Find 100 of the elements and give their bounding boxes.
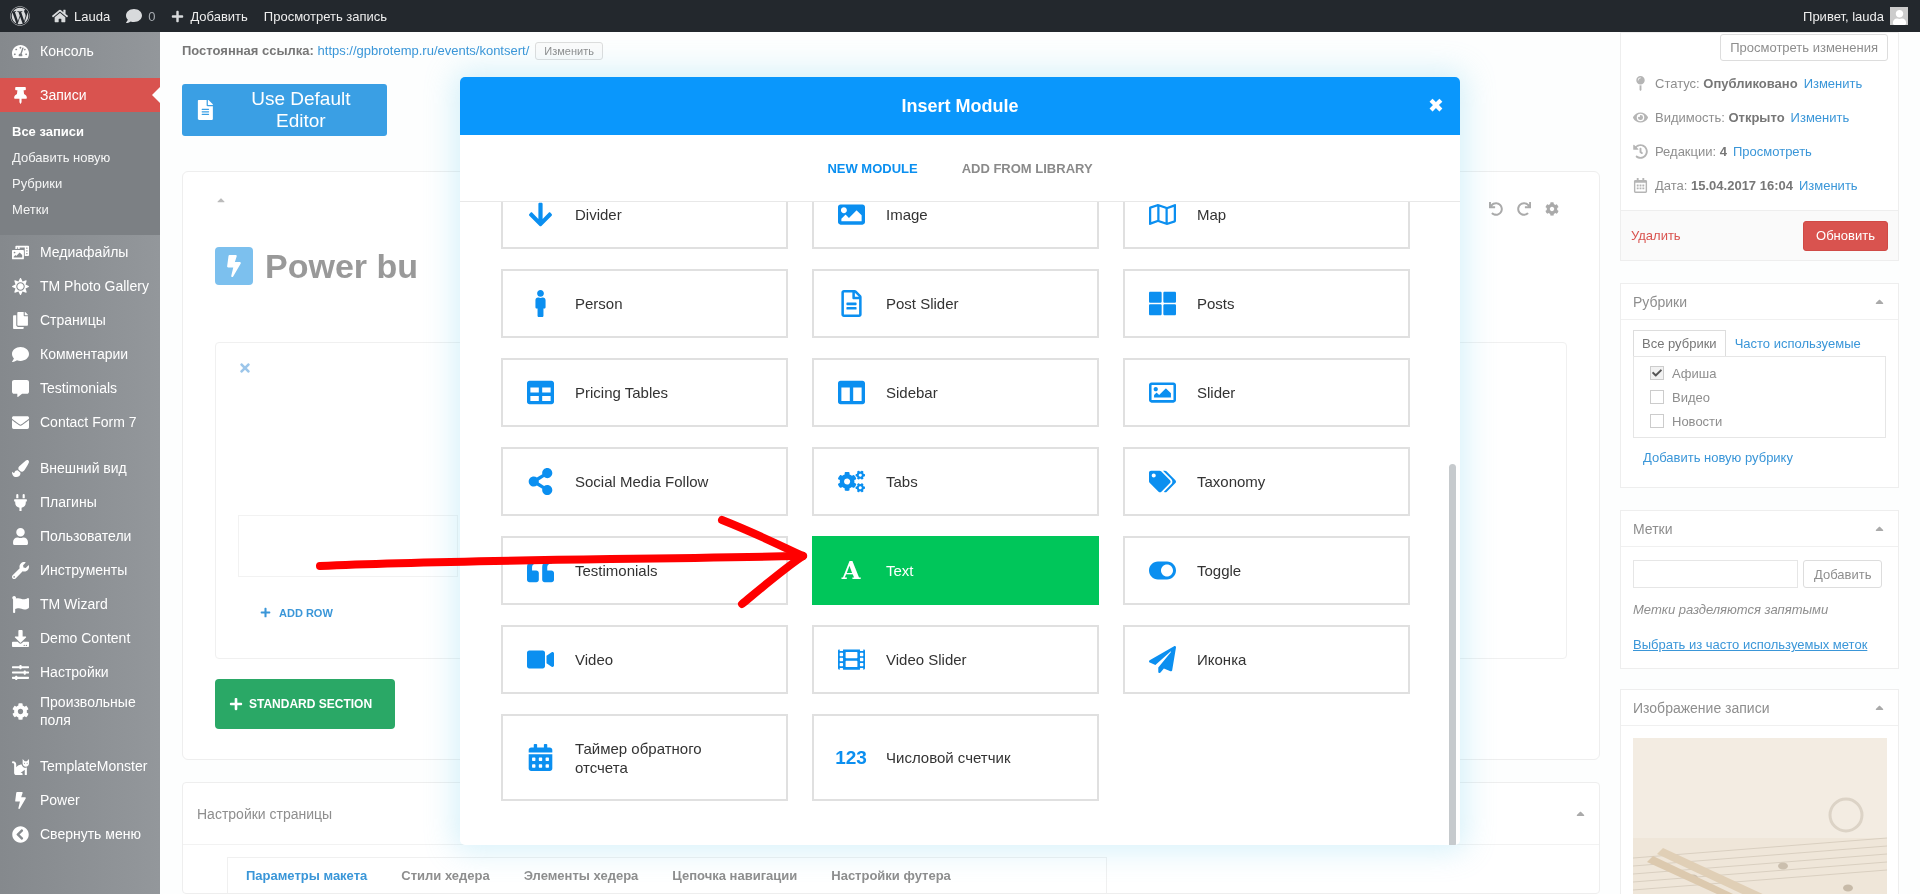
view-post-link[interactable]: Просмотреть запись (263, 8, 388, 24)
module-card[interactable]: Social Media Follow (501, 447, 788, 516)
module-card[interactable]: Image (812, 202, 1099, 249)
close-button[interactable]: ✖ (1428, 94, 1444, 116)
submenu-item[interactable]: Метки (0, 197, 160, 223)
panel-title: Рубрики (1633, 293, 1688, 310)
avatar-icon (1890, 7, 1908, 25)
calendar-icon (526, 744, 554, 771)
module-card[interactable]: Таймер обратного отсчета (501, 714, 788, 801)
module-card[interactable]: Иконка (1123, 625, 1410, 694)
sidebar-item[interactable]: TemplateMonster (0, 749, 160, 783)
default-editor-button[interactable]: Use Default Editor (182, 83, 387, 136)
checkbox[interactable] (1650, 390, 1664, 404)
bolt-icon (215, 246, 253, 285)
module-card[interactable]: Sidebar (812, 358, 1099, 427)
collapse-icon (11, 825, 29, 843)
update-button[interactable]: Обновить (1803, 220, 1888, 251)
sidebar-item[interactable]: TM Photo Gallery (0, 269, 160, 303)
calendar-icon (1632, 177, 1648, 193)
sidebar-item[interactable]: Настройки (0, 655, 160, 689)
permalink-link[interactable]: https://gpbrotemp.ru/events/kontsert/ (317, 43, 530, 59)
settings-tab[interactable]: Параметры макета (246, 868, 368, 883)
columns-icon (837, 379, 865, 406)
plug-icon (11, 493, 29, 511)
settings-icon[interactable] (1545, 201, 1559, 216)
module-card[interactable]: Map (1123, 202, 1410, 249)
module-card[interactable]: Video (501, 625, 788, 694)
module-card[interactable]: Slider (1123, 358, 1410, 427)
cat-icon (11, 757, 29, 775)
add-tag-button[interactable]: Добавить (1803, 560, 1883, 588)
arrow-down-icon (526, 202, 554, 228)
message-icon (11, 379, 29, 397)
delete-link[interactable]: Удалить (1631, 228, 1681, 243)
module-card[interactable]: Tabs (812, 447, 1099, 516)
sidebar-item[interactable]: Внешний вид (0, 451, 160, 485)
comment-icon (11, 345, 29, 363)
module-card[interactable]: Post Slider (812, 269, 1099, 338)
module-card[interactable]: Taxonomy (1123, 447, 1410, 516)
category-tab[interactable]: Все рубрики (1633, 330, 1726, 356)
sidebar-item[interactable]: Записи (0, 78, 160, 112)
edit-link[interactable]: Изменить (1798, 177, 1858, 193)
sidebar-item[interactable]: Power (0, 783, 160, 817)
module-card[interactable]: A Text (812, 536, 1099, 605)
media-icon (11, 243, 29, 261)
edit-link[interactable]: Просмотреть (1733, 143, 1812, 159)
module-card[interactable]: Video Slider (812, 625, 1099, 694)
submenu-item[interactable]: Все записи (0, 119, 160, 145)
edit-permalink-button[interactable]: Изменить (535, 41, 603, 60)
new-link[interactable]: Добавить (171, 8, 248, 24)
sidebar-item[interactable]: Комментарии (0, 337, 160, 371)
sidebar-item[interactable]: Произвольные поля (0, 689, 160, 733)
settings-tab[interactable]: Цепочка навигации (672, 868, 798, 883)
account-link[interactable]: Привет, lauda (1803, 7, 1908, 25)
module-card[interactable]: Toggle (1123, 536, 1410, 605)
module-card[interactable]: 123 Числовой счетчик (812, 714, 1099, 801)
edit-link[interactable]: Изменить (1790, 109, 1850, 125)
close-icon (238, 360, 252, 375)
preview-changes-button[interactable]: Просмотреть изменения (1720, 34, 1888, 61)
sidebar-item[interactable]: Demo Content (0, 621, 160, 655)
wordpress-logo[interactable] (10, 6, 30, 26)
tag-input[interactable] (1633, 560, 1798, 588)
edit-link[interactable]: Изменить (1803, 75, 1863, 91)
settings-tab[interactable]: Элементы хедера (523, 868, 639, 883)
publish-info: Дата: 15.04.2017 16:04 (1655, 177, 1793, 193)
sidebar-item[interactable]: Testimonials (0, 371, 160, 405)
site-link[interactable]: Lauda (52, 8, 111, 24)
submenu-item[interactable]: Добавить новую (0, 145, 160, 171)
comments-link[interactable]: 0 (126, 8, 156, 24)
popular-tags-link[interactable]: Выбрать из часто используемых меток (1633, 637, 1886, 652)
module-card[interactable]: Person (501, 269, 788, 338)
module-card[interactable]: Divider (501, 202, 788, 249)
settings-tab[interactable]: Настройки футера (831, 868, 951, 883)
settings-tab[interactable]: Стили хедера (401, 868, 490, 883)
dialog-tab[interactable]: ADD FROM LIBRARY (961, 160, 1093, 176)
dialog-tab[interactable]: NEW MODULE (827, 160, 918, 176)
dashboard-icon (11, 42, 29, 60)
add-row-button[interactable]: ADD ROW (260, 606, 333, 619)
standard-section-button[interactable]: STANDARD SECTION (215, 678, 395, 729)
flag-icon (11, 595, 29, 613)
category-tab[interactable]: Часто используемые (1725, 330, 1870, 356)
sidebar-item[interactable]: TM Wizard (0, 587, 160, 621)
module-card[interactable]: Posts (1123, 269, 1410, 338)
sidebar-item[interactable]: Консоль (0, 34, 160, 68)
envelope-icon (11, 413, 29, 431)
undo-icon[interactable] (1489, 201, 1503, 216)
redo-icon[interactable] (1517, 201, 1531, 216)
panel-title: Метки (1633, 520, 1673, 537)
checkbox[interactable] (1650, 414, 1664, 428)
submenu-item[interactable]: Рубрики (0, 171, 160, 197)
category-label: Афиша (1672, 365, 1717, 381)
sidebar-item[interactable]: Медиафайлы (0, 235, 160, 269)
sidebar-item[interactable]: Плагины (0, 485, 160, 519)
sidebar-item[interactable]: Свернуть меню (0, 817, 160, 851)
add-category-link[interactable]: Добавить новую рубрику (1643, 450, 1898, 465)
sidebar-item[interactable]: Инструменты (0, 553, 160, 587)
sidebar-item[interactable]: Пользователи (0, 519, 160, 553)
checkbox[interactable] (1650, 366, 1664, 380)
sidebar-item[interactable]: Contact Form 7 (0, 405, 160, 439)
sidebar-item[interactable]: Страницы (0, 303, 160, 337)
module-card[interactable]: Pricing Tables (501, 358, 788, 427)
